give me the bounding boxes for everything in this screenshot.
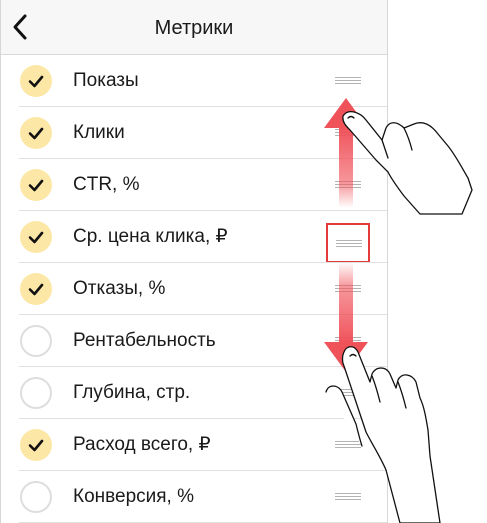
list-item[interactable]: CTR, % xyxy=(1,159,387,211)
drag-handle-icon-highlighted[interactable] xyxy=(326,223,370,263)
metrics-list: Показы Клики CTR, % Ср. цена клика, ₽ От… xyxy=(1,55,387,523)
empty-check-circle-icon[interactable] xyxy=(20,481,52,513)
metric-label: CTR, % xyxy=(73,174,140,195)
drag-handle-icon[interactable] xyxy=(328,485,368,509)
check-icon[interactable] xyxy=(20,65,52,97)
drag-handle-icon[interactable] xyxy=(328,433,368,457)
check-icon[interactable] xyxy=(20,221,52,253)
list-item[interactable]: Показы xyxy=(1,55,387,107)
metric-label: Ср. цена клика, ₽ xyxy=(73,226,228,247)
drag-handle-icon[interactable] xyxy=(328,173,368,197)
check-icon[interactable] xyxy=(20,273,52,305)
drag-handle-icon[interactable] xyxy=(328,121,368,145)
drag-handle-icon[interactable] xyxy=(328,69,368,93)
metric-label: Рентабельность xyxy=(73,330,216,351)
drag-handle-icon[interactable] xyxy=(328,329,368,353)
metric-label: Отказы, % xyxy=(73,278,166,299)
phone-screen: Метрики Показы Клики CTR, % Ср. цена кли… xyxy=(0,0,388,523)
phone-border xyxy=(0,0,1,523)
check-icon[interactable] xyxy=(20,117,52,149)
drag-handle-icon[interactable] xyxy=(328,277,368,301)
list-item[interactable]: Отказы, % xyxy=(1,263,387,315)
metric-label: Расход всего, ₽ xyxy=(73,434,211,455)
list-item[interactable]: Конверсия, % xyxy=(1,471,387,523)
page-title: Метрики xyxy=(154,17,234,39)
list-item[interactable]: Ср. цена клика, ₽ xyxy=(1,211,387,263)
navigation-bar: Метрики xyxy=(1,0,387,55)
list-item[interactable]: Расход всего, ₽ xyxy=(1,419,387,471)
empty-check-circle-icon[interactable] xyxy=(20,377,52,409)
list-item[interactable]: Рентабельность xyxy=(1,315,387,367)
drag-handle-icon[interactable] xyxy=(328,381,368,405)
empty-check-circle-icon[interactable] xyxy=(20,325,52,357)
list-item[interactable]: Глубина, стр. xyxy=(1,367,387,419)
check-icon[interactable] xyxy=(20,429,52,461)
metric-label: Показы xyxy=(73,70,139,91)
list-item[interactable]: Клики xyxy=(1,107,387,159)
metric-label: Глубина, стр. xyxy=(73,382,191,403)
phone-border xyxy=(387,0,388,523)
metric-label: Клики xyxy=(73,122,125,143)
metric-label: Конверсия, % xyxy=(73,486,194,507)
check-icon[interactable] xyxy=(20,169,52,201)
